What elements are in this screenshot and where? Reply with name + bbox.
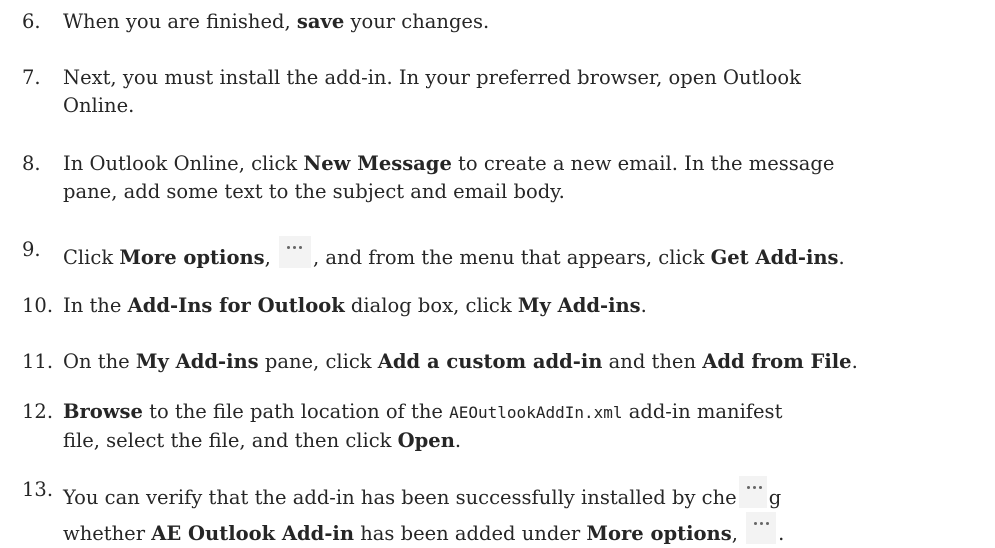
bold-text: New Message xyxy=(303,152,452,175)
bold-text: Browse xyxy=(63,400,143,423)
text: file, select the file, and then click xyxy=(63,429,398,452)
bold-text: Add-Ins for Outlook xyxy=(127,294,345,317)
bold-text: My Add-ins xyxy=(517,294,641,317)
bold-text: Add a custom add-in xyxy=(377,350,603,373)
text: whether xyxy=(63,522,152,545)
step-number: 9. xyxy=(22,238,41,261)
text: In Outlook Online, click xyxy=(63,152,304,175)
step-number: 10. xyxy=(22,294,54,317)
text: . xyxy=(851,350,858,373)
text: . xyxy=(640,294,647,317)
step-number: 7. xyxy=(22,66,41,89)
bold-text: More options xyxy=(119,246,265,269)
bold-text: Open xyxy=(397,429,455,452)
text: When you are finished, xyxy=(63,10,297,33)
more-options-icon xyxy=(738,476,767,508)
text: You can verify that the add-in has been … xyxy=(63,486,737,509)
step-number: 13. xyxy=(22,478,54,501)
step-number: 8. xyxy=(22,152,41,175)
text: In the xyxy=(63,294,128,317)
text: On the xyxy=(63,350,136,373)
text: , xyxy=(264,246,278,269)
text: add-in manifest xyxy=(622,400,783,423)
text: . xyxy=(778,522,785,545)
step-number: 6. xyxy=(22,10,41,33)
text: pane, add some text to the subject and e… xyxy=(63,180,565,203)
text: your changes. xyxy=(344,10,490,33)
text: . xyxy=(454,429,462,452)
text: to the file path location of the xyxy=(142,400,450,423)
more-options-icon xyxy=(279,236,312,268)
step-number: 12. xyxy=(22,400,54,423)
text: and then xyxy=(602,350,703,373)
bold-text: save xyxy=(296,10,345,33)
code-filename: AEOutlookAddIn.xml xyxy=(449,403,623,422)
text: pane, click xyxy=(258,350,378,373)
text: has been added under xyxy=(354,522,587,545)
bold-text: Add from File xyxy=(702,350,852,373)
step-number: 11. xyxy=(22,350,54,373)
bold-text: More options xyxy=(586,522,732,545)
text: Click xyxy=(63,246,120,269)
text: to create a new email. In the message xyxy=(451,152,835,175)
text: . xyxy=(838,246,845,269)
text: g xyxy=(768,486,782,509)
bold-text: My Add-ins xyxy=(135,350,259,373)
more-options-icon xyxy=(746,512,777,544)
bold-text: AE Outlook Add-in xyxy=(151,522,355,545)
text: Online. xyxy=(63,94,135,117)
text: dialog box, click xyxy=(344,294,518,317)
text: , and from the menu that appears, click xyxy=(313,246,711,269)
text: , xyxy=(731,522,738,545)
bold-text: Get Add-ins xyxy=(710,246,839,269)
text: Next, you must install the add-in. In yo… xyxy=(63,66,801,89)
